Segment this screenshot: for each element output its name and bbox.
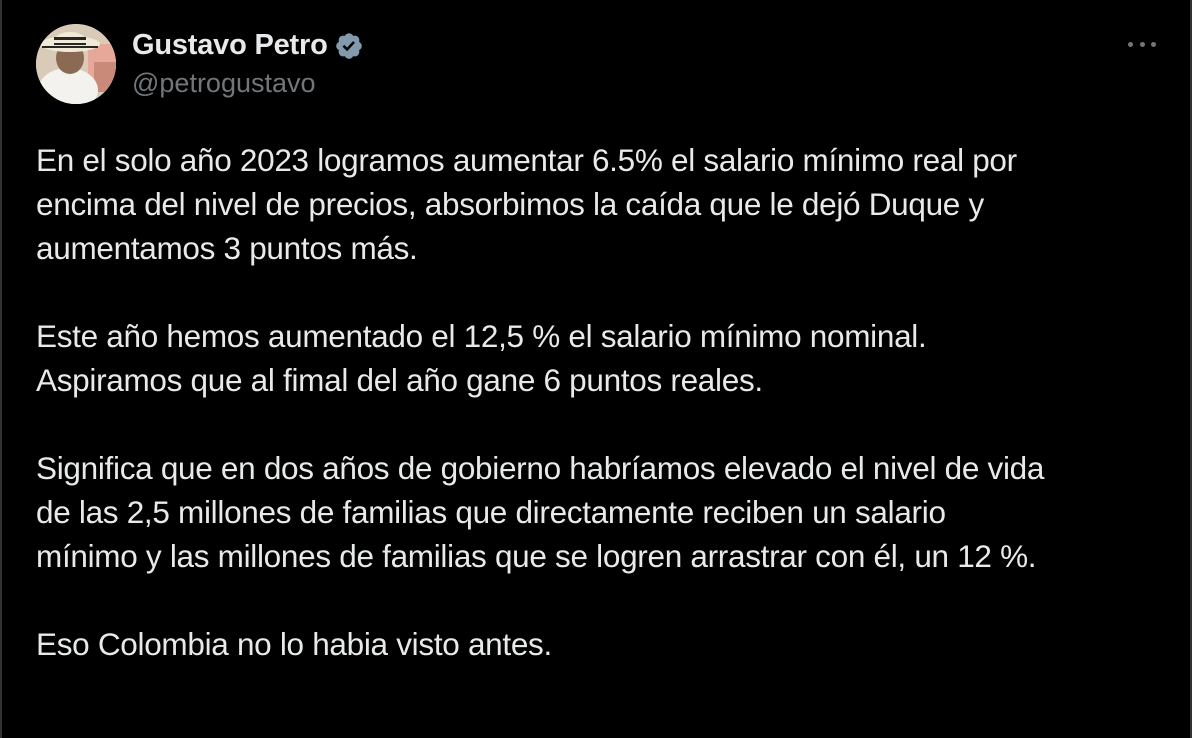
more-dot xyxy=(1139,41,1145,47)
more-options-icon[interactable] xyxy=(1128,34,1156,54)
author-handle[interactable]: @petrogustavo xyxy=(132,68,364,99)
name-row: Gustavo Petro xyxy=(132,29,364,62)
tweet-paragraph: Eso Colombia no lo habia visto antes. xyxy=(36,626,552,662)
tweet-card: Gustavo Petro @petrogustavo En el solo a… xyxy=(0,0,1192,738)
author-identity: Gustavo Petro @petrogustavo xyxy=(132,29,364,99)
more-dot xyxy=(1128,41,1133,47)
profile-avatar-image xyxy=(36,24,116,104)
tweet-paragraph: Este año hemos aumentado el 12,5 % el sa… xyxy=(36,318,927,398)
avatar[interactable] xyxy=(36,24,116,104)
tweet-header: Gustavo Petro @petrogustavo xyxy=(36,24,364,104)
verified-badge-icon xyxy=(334,31,364,61)
more-dot xyxy=(1151,41,1156,47)
tweet-paragraph: Significa que en dos años de gobierno ha… xyxy=(36,450,1045,574)
author-display-name[interactable]: Gustavo Petro xyxy=(132,29,328,62)
tweet-text: En el solo año 2023 logramos aumentar 6.… xyxy=(36,138,1176,666)
tweet-paragraph: En el solo año 2023 logramos aumentar 6.… xyxy=(36,142,1017,266)
